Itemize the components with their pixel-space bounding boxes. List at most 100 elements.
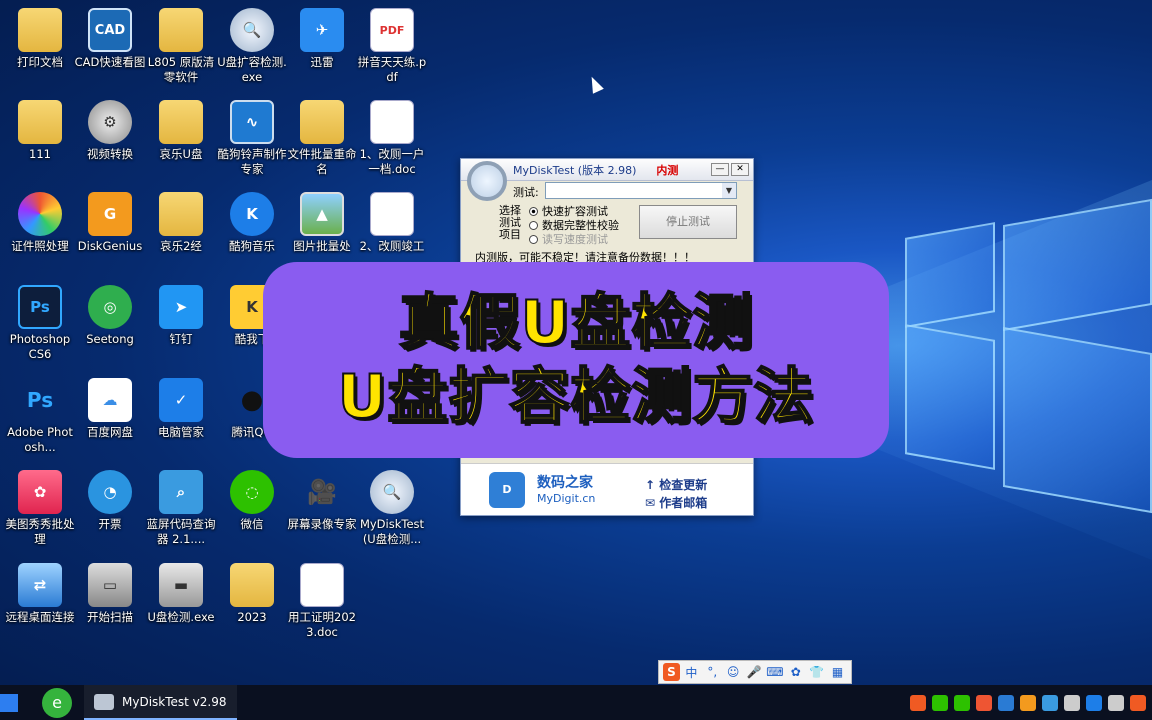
desktop-icon-kugou-ringtone[interactable]: ∿ 酷狗铃声制作专家 <box>216 100 288 177</box>
desktop-icon-toilet-doc-1[interactable]: W 1、改厕一户一档.doc <box>356 100 428 177</box>
desktop-icon-dingtalk[interactable]: ➤ 钉钉 <box>145 285 217 347</box>
desktop-icon-video-convert[interactable]: ⚙ 视频转换 <box>74 100 146 162</box>
browser-taskbar-icon[interactable]: e <box>42 687 72 718</box>
desktop-icon-screen-recorder[interactable]: 🎥 屏幕录像专家 <box>286 470 358 532</box>
desktop-icon-id-photo[interactable]: 证件照处理 <box>4 192 76 254</box>
chevron-down-icon: ▼ <box>722 183 736 198</box>
desktop-icon-work-proof[interactable]: W 用工证明2023.doc <box>286 563 358 640</box>
desktop-icon-aile-udisk[interactable]: 哀乐U盘 <box>145 100 217 162</box>
title-banner: 真假U盘检测 U盘扩容检测方法 <box>263 262 889 458</box>
desktop-icon-diskgenius[interactable]: G DiskGenius <box>74 192 146 254</box>
folder-icon <box>18 100 62 144</box>
desktop-icon-bsod-query[interactable]: ⌕ 蓝屏代码查询器 2.1.... <box>145 470 217 547</box>
taskbar-item-mydisktest[interactable]: MyDiskTest v2.98 <box>84 685 237 720</box>
desktop-icon-label: Seetong <box>86 332 134 346</box>
desktop-icon-batch-image[interactable]: ▲ 图片批量处 <box>286 192 358 254</box>
desktop-icon-wechat[interactable]: ◌ 微信 <box>216 470 288 532</box>
desktop-icon-kugou-music[interactable]: K 酷狗音乐 <box>216 192 288 254</box>
ime-tray-icon[interactable] <box>1130 694 1146 711</box>
desktop-icon-udisk-check[interactable]: ▬ U盘检测.exe <box>145 563 217 625</box>
drive-select[interactable]: ▼ <box>545 182 737 199</box>
desktop-icon-photoshop-cs6[interactable]: Ps Photoshop CS6 <box>4 285 76 362</box>
desktop-icon-label: 视频转换 <box>87 147 133 161</box>
shield-icon: ✓ <box>159 378 203 422</box>
radio-selected-icon <box>529 207 538 216</box>
desktop-icon-scan[interactable]: ▭ 开始扫描 <box>74 563 146 625</box>
magnifier-icon: 🔍 <box>370 470 414 514</box>
desktop-icon-mydisktest[interactable]: 🔍 MyDiskTest (U盘检测... <box>356 470 428 547</box>
skin-icon[interactable]: ✿ <box>786 665 805 679</box>
sogou-tray-icon[interactable] <box>910 694 926 711</box>
desktop-icon-meitu[interactable]: ✿ 美图秀秀批处理 <box>4 470 76 547</box>
sogou-icon[interactable]: S <box>663 663 680 681</box>
ime-punctuation[interactable]: °, <box>703 665 722 679</box>
emoji-icon[interactable]: ☺ <box>724 665 743 679</box>
shirt-icon[interactable]: 👕 <box>807 665 826 679</box>
network-tray-icon[interactable] <box>1064 694 1080 711</box>
desktop-icon-invoice[interactable]: ◔ 开票 <box>74 470 146 532</box>
desktop-icon-batch-rename[interactable]: 文件批量重命名 <box>286 100 358 177</box>
ime-chinese-mode[interactable]: 中 <box>682 664 701 681</box>
desktop-icon-print-docs[interactable]: 打印文档 <box>4 8 76 70</box>
option-label: 读写速度测试 <box>542 233 608 246</box>
folder-icon <box>159 192 203 236</box>
microphone-icon[interactable]: 🎤 <box>745 665 764 679</box>
gear-icon: ⚙ <box>88 100 132 144</box>
desktop-icon-seetong[interactable]: ◎ Seetong <box>74 285 146 347</box>
wechat-tray-icon[interactable] <box>954 694 970 711</box>
dialog-footer: D 数码之家 MyDigit.cn ↑ 检查更新 ✉ 作者邮箱 <box>461 463 753 515</box>
desktop-icon-toilet-doc-2[interactable]: W 2、改厕竣工 <box>356 192 428 254</box>
brand-site-link[interactable]: MyDigit.cn <box>537 492 595 505</box>
diskgenius-tray-icon[interactable] <box>1020 694 1036 711</box>
stop-test-button[interactable]: 停止测试 <box>639 205 737 239</box>
test-label: 测试: <box>513 186 539 199</box>
start-button[interactable] <box>0 693 18 712</box>
game-tray-icon[interactable] <box>932 694 948 711</box>
desktop-icon-pc-manager[interactable]: ✓ 电脑管家 <box>145 378 217 440</box>
app-tray-icon[interactable] <box>998 694 1014 711</box>
mouse-cursor-icon <box>586 74 604 94</box>
desktop-icon-xunlei[interactable]: ✈ 迅雷 <box>286 8 358 70</box>
desktop-icon-label: 屏幕录像专家 <box>287 517 357 531</box>
desktop-icon-udisk-expand-check[interactable]: 🔍 U盘扩容检测.exe <box>216 8 288 85</box>
desktop-icon-adobe-photoshop[interactable]: Ps Adobe Photosh... <box>4 378 76 455</box>
desktop-icon-label: 酷狗铃声制作专家 <box>217 147 287 176</box>
desktop-icon-aile-2[interactable]: 哀乐2经 <box>145 192 217 254</box>
magnifier-icon <box>467 161 507 201</box>
close-button[interactable]: ✕ <box>731 163 749 176</box>
pc-manager-tray-icon[interactable] <box>1086 694 1102 711</box>
desktop-icon-label: 哀乐2经 <box>160 239 202 253</box>
minimize-button[interactable]: — <box>711 163 729 176</box>
brand-name: 数码之家 <box>537 475 593 491</box>
desktop-icon-label: 百度网盘 <box>87 425 133 439</box>
desktop-icon-remote-desktop[interactable]: ⇄ 远程桌面连接 <box>4 563 76 625</box>
keyboard-icon[interactable]: ⌨ <box>765 665 784 679</box>
grid-icon[interactable]: ▦ <box>828 665 847 679</box>
desktop-icon-111[interactable]: 111 <box>4 100 76 162</box>
volume-icon[interactable] <box>1108 694 1124 711</box>
desktop-icon-l805[interactable]: L805 原版清零软件 <box>145 8 217 85</box>
desktop-icon-label: 用工证明2023.doc <box>288 610 356 639</box>
desktop-icon-pinyin-pdf[interactable]: PDF 拼音天天练.pdf <box>356 8 428 85</box>
desktop-icon-cad[interactable]: CAD CAD快速看图 <box>74 8 146 70</box>
folder-icon <box>300 100 344 144</box>
pdf-icon: PDF <box>370 8 414 52</box>
mydisktest-icon <box>94 693 114 710</box>
photoshop-icon: Ps <box>18 285 62 329</box>
desktop-icon-label: 证件照处理 <box>11 239 69 253</box>
ime-toolbar[interactable]: S 中 °, ☺ 🎤 ⌨ ✿ 👕 ▦ <box>658 660 852 684</box>
desktop-icon-label: 哀乐U盘 <box>159 147 203 161</box>
picture-icon: ▲ <box>300 192 344 236</box>
author-mail-link[interactable]: ✉ 作者邮箱 <box>645 494 707 511</box>
cad-icon: CAD <box>88 8 132 52</box>
bsod-tray-icon[interactable] <box>1042 694 1058 711</box>
wave-icon: ∿ <box>230 100 274 144</box>
shield-tray-icon[interactable] <box>976 694 992 711</box>
desktop-icon-2023-folder[interactable]: 2023 <box>216 563 288 625</box>
desktop-icon-label: 2、改厕竣工 <box>359 239 425 253</box>
folder-icon <box>159 8 203 52</box>
check-update-link[interactable]: ↑ 检查更新 <box>645 476 707 493</box>
desktop-icon-baidu-netdisk[interactable]: ☁ 百度网盘 <box>74 378 146 440</box>
option-speed[interactable]: 读写速度测试 <box>529 231 608 247</box>
recorder-icon: 🎥 <box>307 478 337 506</box>
